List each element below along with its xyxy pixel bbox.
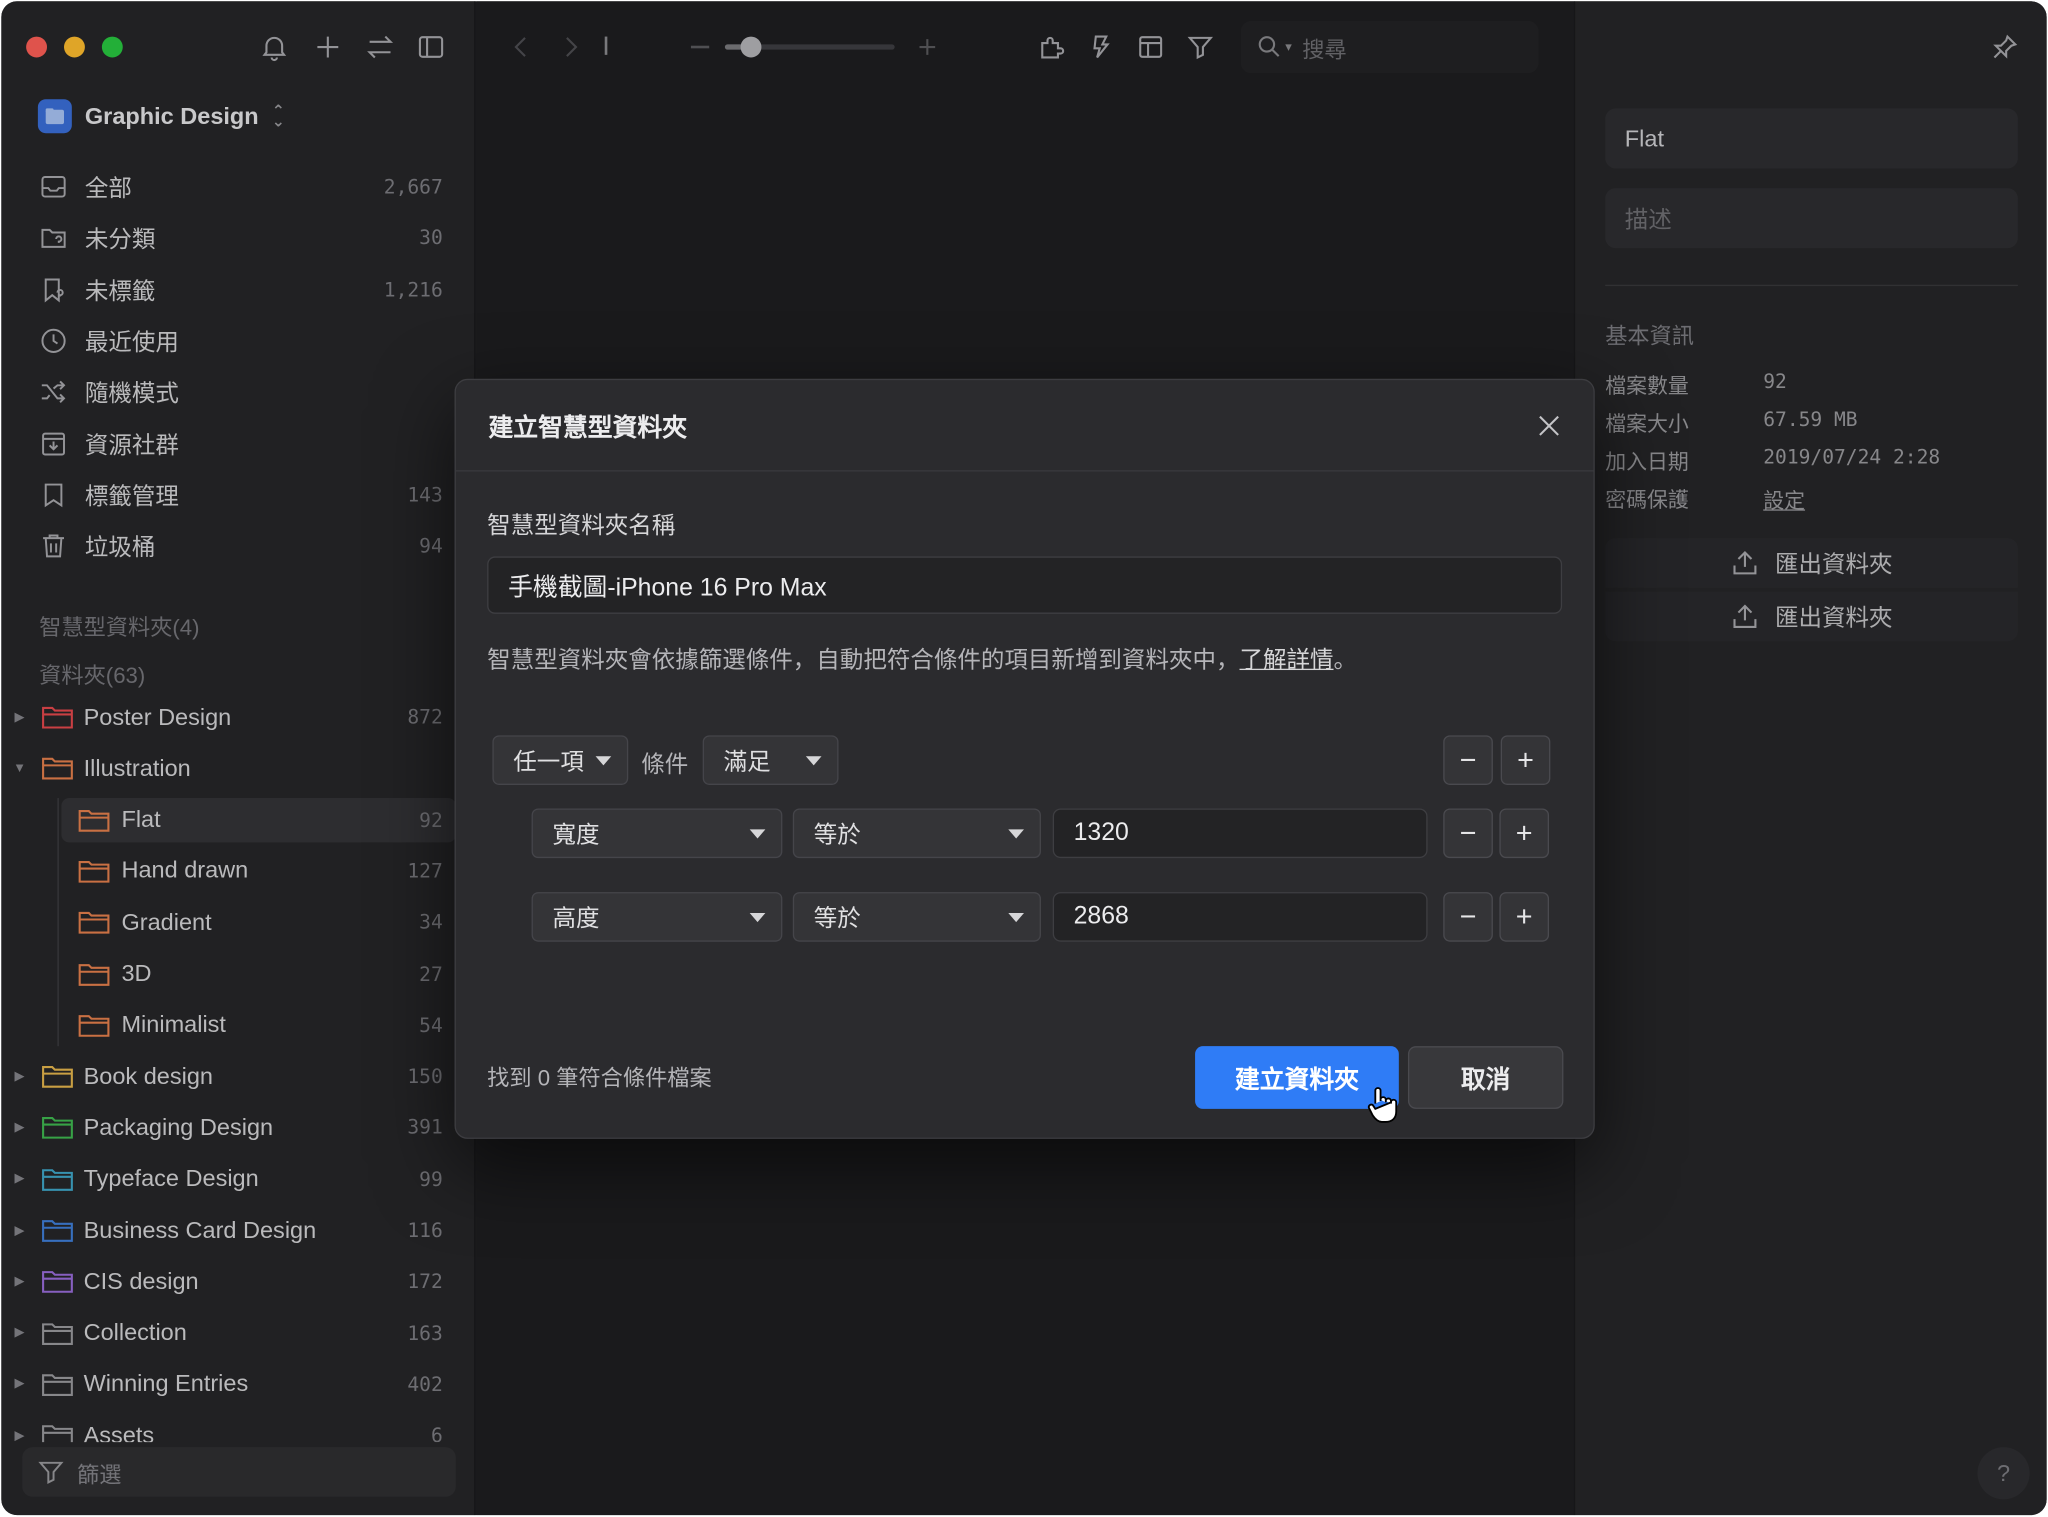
rule-operator-select[interactable]: 等於 bbox=[792, 808, 1041, 859]
smart-folder-description: 智慧型資料夾會依據篩選條件，自動把符合條件的項目新增到資料夾中，了解詳情。 bbox=[487, 641, 1357, 675]
match-mode-select[interactable]: 任一項 bbox=[492, 735, 629, 785]
add-rule-button[interactable]: + bbox=[1499, 808, 1550, 859]
smart-folder-name-input[interactable]: 手機截圖-iPhone 16 Pro Max bbox=[487, 556, 1563, 614]
learn-more-link[interactable]: 了解詳情 bbox=[1239, 647, 1333, 673]
match-count-text: 找到 0 筆符合條件檔案 bbox=[487, 1065, 712, 1091]
rule-operator-value: 等於 bbox=[813, 821, 861, 848]
rule-value-input[interactable]: 2868 bbox=[1052, 892, 1428, 942]
cancel-button[interactable]: 取消 bbox=[1407, 1046, 1564, 1109]
caret-down-icon bbox=[1008, 829, 1024, 839]
dialog-title: 建立智慧型資料夾 bbox=[488, 415, 688, 443]
smart-folder-name-label: 智慧型資料夾名稱 bbox=[487, 511, 676, 539]
caret-down-icon bbox=[749, 912, 766, 923]
description-text: 智慧型資料夾會依據篩選條件，自動把符合條件的項目新增到資料夾中， bbox=[487, 646, 1240, 673]
remove-rule-button[interactable]: − bbox=[1443, 808, 1493, 859]
match-rule-select[interactable]: 滿足 bbox=[702, 735, 839, 785]
caret-down-icon bbox=[749, 829, 766, 839]
pointer-hand-cursor bbox=[1365, 1085, 1399, 1131]
condition-label: 條件 bbox=[641, 751, 689, 778]
rule-operator-select[interactable]: 等於 bbox=[792, 892, 1041, 942]
remove-rule-button[interactable]: − bbox=[1443, 892, 1493, 942]
match-rule-value: 滿足 bbox=[723, 748, 771, 775]
description-suffix: 。 bbox=[1333, 646, 1358, 673]
app-window: Graphic Design ⌃ ⌄ 全部 2,667 未分類 30 未標籤 1,216 最近… bbox=[1, 1, 2047, 1516]
caret-down-icon bbox=[805, 756, 822, 766]
close-icon[interactable] bbox=[1533, 410, 1564, 441]
caret-down-icon bbox=[1008, 912, 1024, 923]
match-mode-value: 任一項 bbox=[513, 748, 584, 775]
rule-operator-value: 等於 bbox=[813, 905, 861, 932]
rule-field-value: 高度 bbox=[552, 905, 600, 932]
add-group-button[interactable]: + bbox=[1500, 735, 1551, 785]
add-rule-button[interactable]: + bbox=[1499, 892, 1550, 942]
caret-down-icon bbox=[595, 756, 612, 766]
rule-value-input[interactable]: 1320 bbox=[1052, 808, 1428, 859]
rule-field-select[interactable]: 高度 bbox=[531, 892, 783, 942]
remove-group-button[interactable]: − bbox=[1443, 735, 1493, 785]
dialog-header: 建立智慧型資料夾 bbox=[455, 380, 1594, 472]
rule-field-select[interactable]: 寬度 bbox=[531, 808, 783, 859]
rule-field-value: 寬度 bbox=[552, 821, 600, 848]
